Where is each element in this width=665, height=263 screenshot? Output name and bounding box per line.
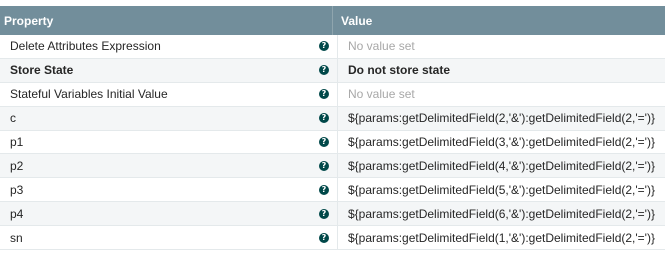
table-row[interactable]: p2? ${params:getDelimitedField(4,'&'):get…: [0, 154, 665, 179]
properties-table: Property Value Delete Attributes Express…: [0, 6, 665, 251]
table-row[interactable]: Delete Attributes Expression? No value se…: [0, 35, 665, 59]
property-name: p3: [10, 182, 24, 197]
property-name: Delete Attributes Expression: [10, 39, 161, 54]
question-circle-icon[interactable]: ?: [319, 208, 329, 219]
question-circle-icon[interactable]: ?: [319, 160, 329, 171]
property-value[interactable]: ${params:getDelimitedField(5,'&'):getDel…: [338, 178, 665, 201]
property-name: sn: [10, 230, 23, 245]
property-value[interactable]: Do not store state: [338, 59, 665, 82]
property-cell: Stateful Variables Initial Value?: [0, 82, 338, 106]
property-cell: p2?: [0, 154, 338, 178]
property-name: Store State: [10, 63, 74, 78]
property-cell: Store State?: [0, 58, 338, 82]
property-name: c: [10, 111, 16, 126]
table-row[interactable]: Store State? Do not store state: [0, 58, 665, 83]
property-name: p4: [10, 206, 24, 221]
property-value[interactable]: ${params:getDelimitedField(6,'&'):getDel…: [338, 202, 665, 225]
question-circle-icon[interactable]: ?: [319, 89, 329, 100]
table-row[interactable]: c? ${params:getDelimitedField(2,'&'):getD…: [0, 106, 665, 131]
property-cell: p4?: [0, 202, 338, 226]
column-header-value[interactable]: Value: [333, 6, 372, 35]
column-header-property[interactable]: Property: [0, 6, 333, 35]
question-circle-icon[interactable]: ?: [319, 137, 329, 147]
property-value[interactable]: ${params:getDelimitedField(2,'&'):getDel…: [338, 107, 665, 130]
property-cell: Delete Attributes Expression?: [0, 35, 338, 58]
table-row[interactable]: p3? ${params:getDelimitedField(5,'&'):get…: [0, 178, 665, 203]
table-row[interactable]: p1? ${params:getDelimitedField(3,'&'):get…: [0, 130, 665, 155]
property-value[interactable]: No value set: [338, 83, 665, 106]
property-cell: p1?: [0, 130, 338, 154]
property-value[interactable]: ${params:getDelimitedField(4,'&'):getDel…: [338, 154, 665, 177]
table-row[interactable]: Stateful Variables Initial Value? No valu…: [0, 82, 665, 107]
question-circle-icon[interactable]: ?: [319, 113, 329, 124]
table-header: Property Value: [0, 6, 665, 35]
table-row[interactable]: sn? ${params:getDelimitedField(1,'&'):get…: [0, 226, 665, 251]
table-body: Delete Attributes Expression? No value se…: [0, 35, 665, 251]
property-cell: sn?: [0, 226, 338, 250]
property-value[interactable]: ${params:getDelimitedField(3,'&'):getDel…: [338, 131, 665, 154]
question-circle-icon[interactable]: ?: [319, 232, 329, 243]
property-cell: c?: [0, 106, 338, 130]
property-cell: p3?: [0, 178, 338, 202]
property-value[interactable]: No value set: [338, 35, 665, 58]
property-name: Stateful Variables Initial Value: [10, 87, 168, 102]
table-row[interactable]: p4? ${params:getDelimitedField(6,'&'):get…: [0, 202, 665, 227]
property-value[interactable]: ${params:getDelimitedField(1,'&'):getDel…: [338, 226, 665, 249]
question-circle-icon[interactable]: ?: [319, 65, 329, 76]
question-circle-icon[interactable]: ?: [319, 41, 329, 52]
question-circle-icon[interactable]: ?: [319, 184, 329, 195]
property-name: p1: [10, 135, 24, 149]
property-name: p2: [10, 158, 24, 173]
